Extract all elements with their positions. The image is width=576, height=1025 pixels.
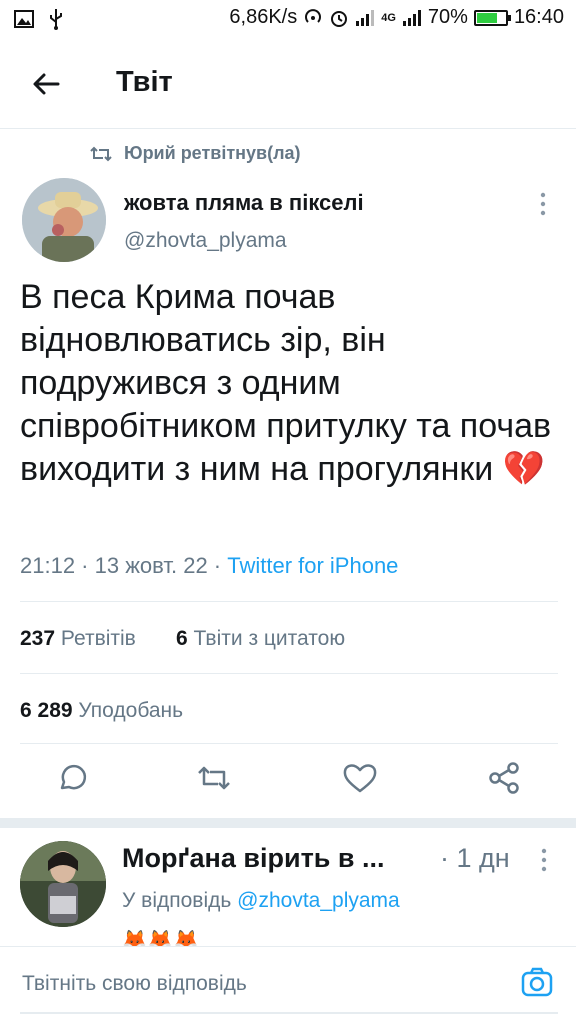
avatar-image <box>22 178 106 262</box>
avatar-image <box>20 841 106 927</box>
divider <box>20 743 558 744</box>
replying-handle[interactable]: @zhovta_plyama <box>237 889 400 912</box>
net-speed: 6,86K/s <box>229 6 298 28</box>
like-icon[interactable] <box>340 758 380 798</box>
retweets-count: 237 <box>20 627 56 650</box>
quotes-stat[interactable]: 6 Твіти з цитатою <box>176 627 345 651</box>
retweeted-by[interactable]: Юрий ретвітнув(ла) <box>90 143 301 164</box>
top-app-bar <box>0 40 576 129</box>
retweet-icon[interactable] <box>194 758 234 798</box>
more-vertical-icon[interactable] <box>540 192 546 216</box>
retweets-stat[interactable]: 237 Ретвітів <box>20 627 136 651</box>
network-type: 4G <box>381 11 396 24</box>
hotspot-icon <box>305 8 322 23</box>
share-icon[interactable] <box>484 758 524 798</box>
status-left-icons <box>14 8 64 30</box>
alarm-icon <box>331 10 348 27</box>
replying-to: У відповідь @zhovta_plyama <box>122 889 400 913</box>
tweet-text: В песа Крима почав відновлюватись зір, в… <box>20 278 552 488</box>
retweet-icon <box>90 146 112 161</box>
avatar[interactable] <box>20 841 106 927</box>
battery-percent: 70% <box>427 6 468 28</box>
avatar[interactable] <box>22 178 106 262</box>
status-right: 6,86K/s 4G 70% 16:40 <box>229 6 564 29</box>
likes-label: Уподобань <box>78 699 184 722</box>
divider <box>20 673 558 674</box>
likes-stat[interactable]: 6 289 Уподобань <box>20 699 183 723</box>
composer-underline <box>20 1012 558 1014</box>
camera-icon[interactable] <box>520 966 554 1000</box>
tweet-source[interactable]: Twitter for iPhone <box>227 553 398 578</box>
quotes-label: Твіти з цитатою <box>193 627 346 650</box>
reply-icon[interactable] <box>52 758 92 798</box>
tweet-time: 21:12 · 13 жовт. 22 · <box>20 553 228 578</box>
divider <box>20 601 558 602</box>
reply-time: · 1 дн <box>440 843 510 873</box>
quotes-count: 6 <box>176 627 188 650</box>
author-handle[interactable]: @zhovta_plyama <box>124 229 287 253</box>
tweet-actions <box>0 758 576 808</box>
status-bar: 6,86K/s 4G 70% 16:40 <box>0 0 576 40</box>
usb-icon <box>50 9 62 30</box>
reply-input[interactable]: Твітніть свою відповідь <box>22 972 247 996</box>
more-vertical-icon[interactable] <box>541 848 547 872</box>
page-title: Твіт <box>116 66 173 98</box>
author-name[interactable]: жовта пляма в пікселі <box>124 190 364 216</box>
signal-icon <box>402 9 421 26</box>
signal-icon <box>356 9 375 26</box>
replying-prefix: У відповідь <box>122 889 238 912</box>
section-divider <box>0 818 576 828</box>
retweeted-by-label: Юрий ретвітнув(ла) <box>124 143 301 163</box>
arrow-left-icon[interactable] <box>30 68 62 100</box>
likes-count: 6 289 <box>20 699 73 722</box>
tweet-meta: 21:12 · 13 жовт. 22 · Twitter for iPhone <box>20 553 398 579</box>
clock: 16:40 <box>513 6 564 28</box>
reply-author-name[interactable]: Морґана вірить в ... <box>122 843 385 874</box>
battery-fill <box>476 12 497 23</box>
image-icon <box>14 10 34 28</box>
retweets-label: Ретвітів <box>60 627 136 650</box>
battery-icon <box>473 9 511 26</box>
